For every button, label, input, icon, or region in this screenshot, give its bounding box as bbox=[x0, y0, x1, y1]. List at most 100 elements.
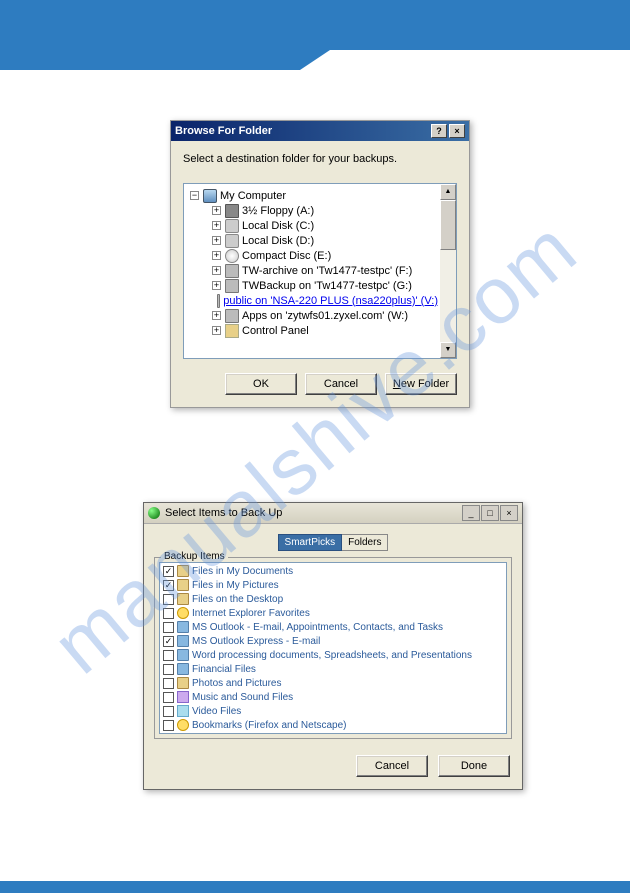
cancel-button[interactable]: Cancel bbox=[305, 373, 377, 395]
outlook-express-icon bbox=[177, 635, 189, 647]
browse-folder-dialog: Browse For Folder ? × Select a destinati… bbox=[170, 120, 470, 408]
tree-item[interactable]: + Local Disk (C:) bbox=[186, 218, 438, 233]
page-banner-top bbox=[0, 0, 630, 50]
dialog2-titlebar[interactable]: Select Items to Back Up _ □ × bbox=[144, 503, 522, 524]
netdrive-icon bbox=[217, 294, 220, 308]
netdrive-icon bbox=[225, 309, 239, 323]
scroll-down-button[interactable]: ▼ bbox=[440, 342, 456, 358]
checkbox[interactable] bbox=[163, 608, 174, 619]
tree-item[interactable]: + Apps on 'zytwfs01.zyxel.com' (W:) bbox=[186, 308, 438, 323]
backup-item[interactable]: Files in My Pictures bbox=[161, 578, 505, 592]
new-folder-button[interactable]: New Folder bbox=[385, 373, 457, 395]
expand-icon[interactable]: + bbox=[212, 206, 221, 215]
backup-item[interactable]: Word processing documents, Spreadsheets,… bbox=[161, 648, 505, 662]
expand-icon[interactable]: + bbox=[212, 221, 221, 230]
checkbox[interactable] bbox=[163, 650, 174, 661]
item-label: Word processing documents, Spreadsheets,… bbox=[192, 650, 472, 661]
page-banner-bottom bbox=[0, 881, 630, 893]
tree-item-label: TWBackup on 'Tw1477-testpc' (G:) bbox=[242, 280, 412, 292]
outlook-icon bbox=[177, 621, 189, 633]
tree-item-label: Local Disk (D:) bbox=[242, 235, 314, 247]
scroll-up-button[interactable]: ▲ bbox=[440, 184, 456, 200]
cancel-button[interactable]: Cancel bbox=[356, 755, 428, 777]
music-icon bbox=[177, 691, 189, 703]
tree-item[interactable]: + Compact Disc (E:) bbox=[186, 248, 438, 263]
checkbox[interactable] bbox=[163, 580, 174, 591]
folder-tree-container: − My Computer + 3½ Floppy (A:) + Local D… bbox=[183, 183, 457, 359]
vertical-scrollbar[interactable]: ▲ ▼ bbox=[440, 184, 456, 358]
group-label: Backup Items bbox=[161, 551, 228, 562]
tree-item[interactable]: + TW-archive on 'Tw1477-testpc' (F:) bbox=[186, 263, 438, 278]
minimize-button[interactable]: _ bbox=[462, 505, 480, 521]
tree-item-label: Apps on 'zytwfs01.zyxel.com' (W:) bbox=[242, 310, 408, 322]
expand-icon[interactable]: + bbox=[212, 236, 221, 245]
tabs-area: SmartPicks Folders bbox=[144, 524, 522, 551]
item-label: MS Outlook Express - E-mail bbox=[192, 636, 320, 647]
checkbox[interactable] bbox=[163, 566, 174, 577]
checkbox[interactable] bbox=[163, 594, 174, 605]
dialog2-title: Select Items to Back Up bbox=[165, 507, 282, 519]
backup-item[interactable]: Files on the Desktop bbox=[161, 592, 505, 606]
tree-item-selected[interactable]: public on 'NSA-220 PLUS (nsa220plus)' (V… bbox=[186, 293, 438, 308]
backup-item[interactable]: Internet Explorer Favorites bbox=[161, 606, 505, 620]
folder-icon bbox=[177, 593, 189, 605]
backup-item[interactable]: Photos and Pictures bbox=[161, 676, 505, 690]
scroll-track[interactable] bbox=[440, 200, 456, 342]
close-button[interactable]: × bbox=[500, 505, 518, 521]
document-icon bbox=[177, 649, 189, 661]
cd-icon bbox=[225, 249, 239, 263]
tab-folders[interactable]: Folders bbox=[342, 534, 388, 551]
backup-item[interactable]: MS Outlook Express - E-mail bbox=[161, 634, 505, 648]
tree-item[interactable]: + Control Panel bbox=[186, 323, 438, 338]
item-label: Video Files bbox=[192, 706, 241, 717]
close-button[interactable]: × bbox=[449, 124, 465, 138]
tree-item-label: Control Panel bbox=[242, 325, 309, 337]
expand-icon[interactable]: + bbox=[212, 326, 221, 335]
tree-root[interactable]: − My Computer bbox=[186, 188, 438, 203]
tree-item[interactable]: + TWBackup on 'Tw1477-testpc' (G:) bbox=[186, 278, 438, 293]
dialog2-button-row: Cancel Done bbox=[144, 749, 522, 789]
ok-button[interactable]: OK bbox=[225, 373, 297, 395]
scroll-thumb[interactable] bbox=[440, 200, 456, 250]
item-label: Files in My Pictures bbox=[192, 580, 279, 591]
tree-item-label: 3½ Floppy (A:) bbox=[242, 205, 314, 217]
tabs: SmartPicks Folders bbox=[278, 534, 389, 551]
backup-item[interactable]: Music and Sound Files bbox=[161, 690, 505, 704]
dialog-body: Select a destination folder for your bac… bbox=[171, 141, 469, 407]
backup-item[interactable]: Video Files bbox=[161, 704, 505, 718]
expand-icon[interactable]: + bbox=[212, 266, 221, 275]
checkbox[interactable] bbox=[163, 720, 174, 731]
tree-root-label: My Computer bbox=[220, 190, 286, 202]
netdrive-icon bbox=[225, 279, 239, 293]
tree-item[interactable]: + 3½ Floppy (A:) bbox=[186, 203, 438, 218]
expand-icon[interactable]: + bbox=[212, 311, 221, 320]
backup-item[interactable]: Financial Files bbox=[161, 662, 505, 676]
favorites-icon bbox=[177, 607, 189, 619]
floppy-icon bbox=[225, 204, 239, 218]
checkbox[interactable] bbox=[163, 706, 174, 717]
checkbox[interactable] bbox=[163, 664, 174, 675]
checkbox[interactable] bbox=[163, 636, 174, 647]
folder-tree[interactable]: − My Computer + 3½ Floppy (A:) + Local D… bbox=[184, 184, 440, 358]
expand-icon[interactable]: + bbox=[212, 251, 221, 260]
maximize-button[interactable]: □ bbox=[481, 505, 499, 521]
done-button[interactable]: Done bbox=[438, 755, 510, 777]
checkbox[interactable] bbox=[163, 692, 174, 703]
backup-item[interactable]: Bookmarks (Firefox and Netscape) bbox=[161, 718, 505, 732]
dialog-titlebar[interactable]: Browse For Folder ? × bbox=[171, 121, 469, 141]
backup-item[interactable]: MS Outlook - E-mail, Appointments, Conta… bbox=[161, 620, 505, 634]
backup-item[interactable]: Files in My Documents bbox=[161, 564, 505, 578]
backup-items-group: Backup Items Files in My Documents Files… bbox=[154, 557, 512, 739]
tab-smartpicks[interactable]: SmartPicks bbox=[278, 534, 343, 551]
collapse-icon[interactable]: − bbox=[190, 191, 199, 200]
page-banner-notch bbox=[0, 50, 330, 70]
tree-item[interactable]: + Local Disk (D:) bbox=[186, 233, 438, 248]
tree-item-label: TW-archive on 'Tw1477-testpc' (F:) bbox=[242, 265, 412, 277]
app-icon bbox=[148, 507, 160, 519]
checkbox[interactable] bbox=[163, 678, 174, 689]
checkbox[interactable] bbox=[163, 622, 174, 633]
backup-items-list: Files in My Documents Files in My Pictur… bbox=[159, 562, 507, 734]
expand-icon[interactable]: + bbox=[212, 281, 221, 290]
help-button[interactable]: ? bbox=[431, 124, 447, 138]
control-panel-icon bbox=[225, 324, 239, 338]
